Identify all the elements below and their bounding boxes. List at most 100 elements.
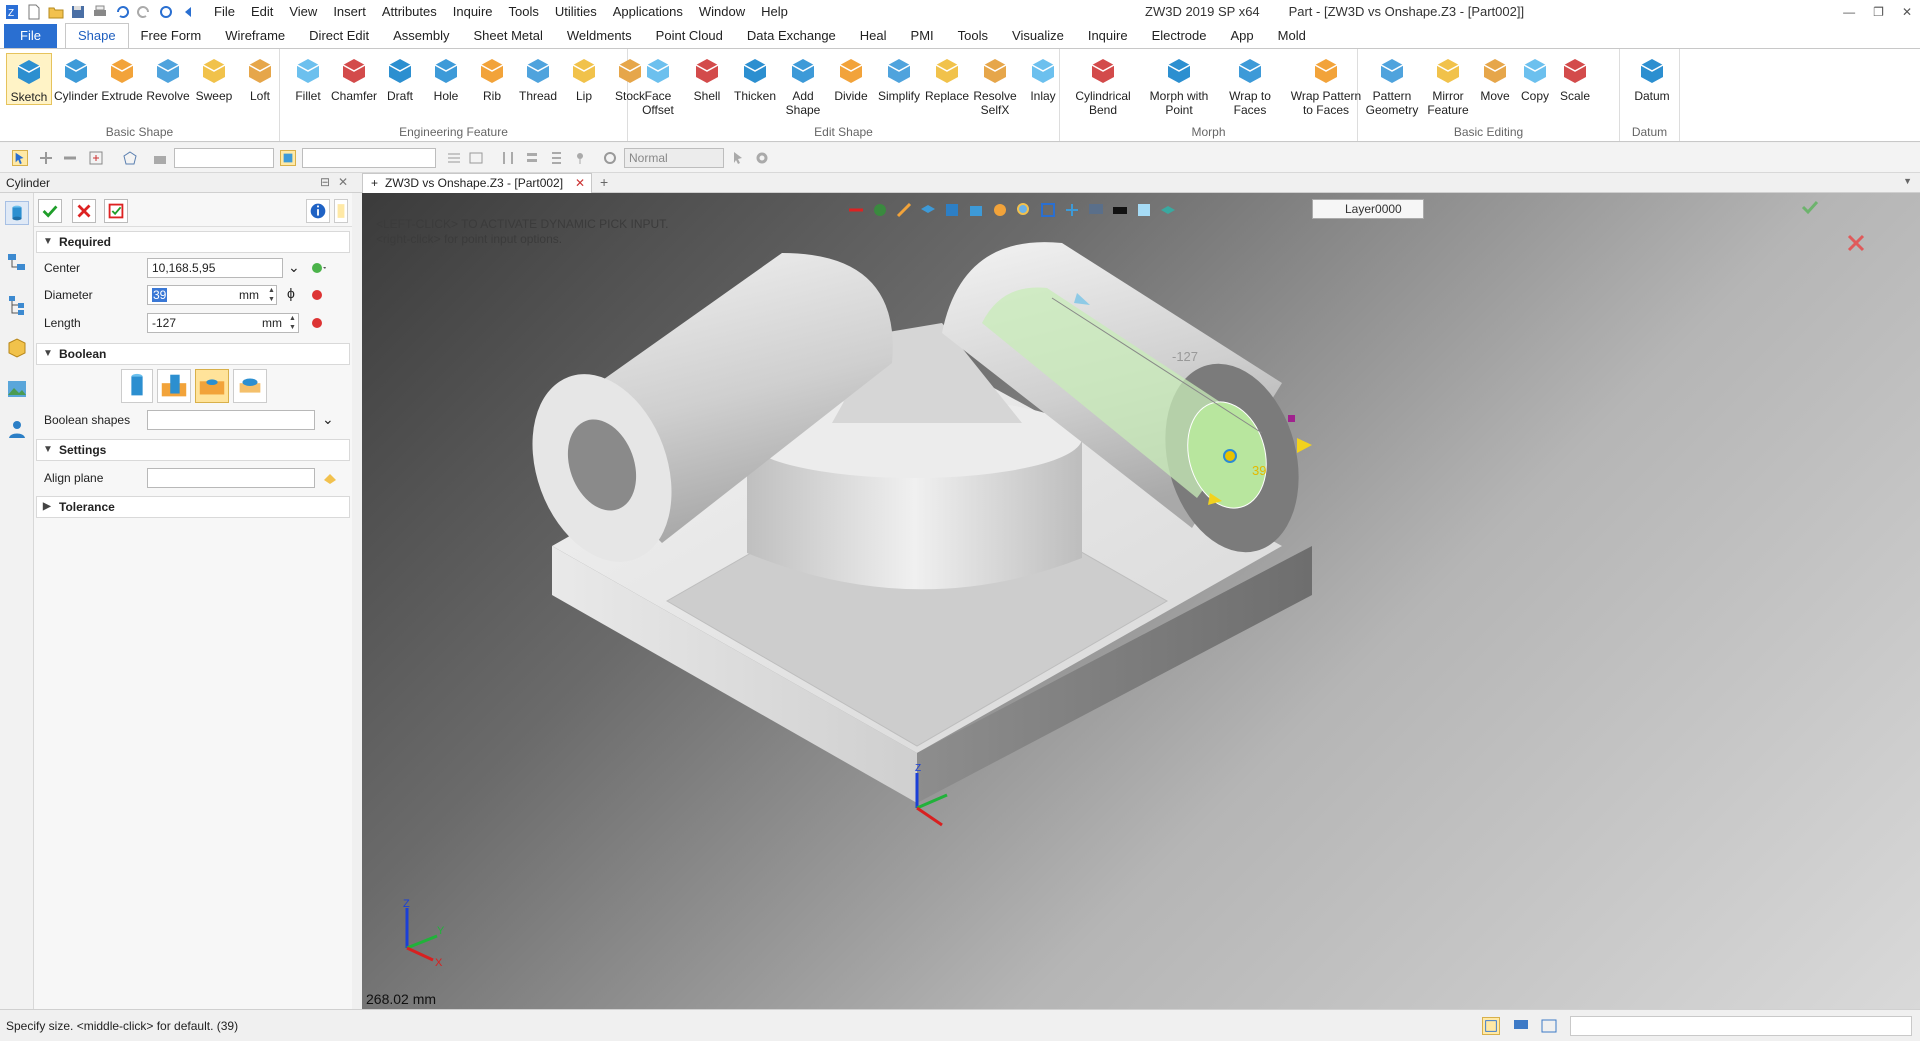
- ok-button[interactable]: [38, 199, 62, 223]
- tab-assembly[interactable]: Assembly: [381, 24, 461, 48]
- tab-weldments[interactable]: Weldments: [555, 24, 644, 48]
- cancel-button[interactable]: [72, 199, 96, 223]
- ribbon-button-hole[interactable]: Hole: [424, 53, 468, 103]
- cylinder-manager-icon[interactable]: [5, 201, 29, 225]
- ribbon-button-fillet[interactable]: Fillet: [286, 53, 330, 103]
- menu-inquire[interactable]: Inquire: [445, 0, 501, 24]
- snap-icon[interactable]: [38, 150, 54, 166]
- render-settings-icon[interactable]: [602, 150, 618, 166]
- ribbon-button-extrude[interactable]: Extrude: [100, 53, 144, 103]
- center-field[interactable]: 10,168.5,95: [147, 258, 283, 278]
- tab-file[interactable]: File: [4, 24, 57, 48]
- ribbon-button-resolve-selfx[interactable]: Resolve SelfX: [972, 53, 1018, 117]
- double-chevron-icon[interactable]: ⌄: [322, 412, 338, 428]
- ribbon-button-chamfer[interactable]: Chamfer: [331, 53, 377, 103]
- ribbon-button-wrap-to-faces[interactable]: Wrap to Faces: [1218, 53, 1282, 117]
- close-icon[interactable]: ✕: [1902, 0, 1912, 24]
- menu-insert[interactable]: Insert: [325, 0, 374, 24]
- tab-app[interactable]: App: [1219, 24, 1266, 48]
- render-mode-combo[interactable]: Normal: [624, 148, 724, 168]
- new-file-icon[interactable]: [26, 4, 42, 20]
- viewport-cancel-icon[interactable]: [1846, 233, 1866, 253]
- length-options-icon[interactable]: [310, 315, 326, 331]
- measure-options-icon[interactable]: [310, 287, 326, 303]
- section-view-icon[interactable]: [1063, 201, 1081, 219]
- boolean-shapes-field[interactable]: [147, 410, 315, 430]
- display-mode-icon[interactable]: [967, 201, 985, 219]
- ribbon-button-pattern-geometry[interactable]: Pattern Geometry: [1364, 53, 1420, 117]
- tab-inquire[interactable]: Inquire: [1076, 24, 1140, 48]
- ribbon-button-scale[interactable]: Scale: [1556, 53, 1594, 103]
- menu-attributes[interactable]: Attributes: [374, 0, 445, 24]
- ribbon-button-add-shape[interactable]: Add Shape: [780, 53, 826, 117]
- ribbon-button-cylindrical-bend[interactable]: Cylindrical Bend: [1066, 53, 1140, 117]
- plane-pick-icon[interactable]: [322, 470, 338, 486]
- part-model[interactable]: -127 39 Z: [362, 193, 1920, 1009]
- point-input-options-icon[interactable]: [310, 260, 326, 276]
- line-icon[interactable]: [62, 150, 78, 166]
- align-plane-field[interactable]: [147, 468, 315, 488]
- monitor-icon[interactable]: [1087, 201, 1105, 219]
- double-chevron-icon[interactable]: ⌄: [288, 260, 304, 276]
- background-color-icon[interactable]: [1111, 201, 1129, 219]
- pick-mode-icon[interactable]: [871, 201, 889, 219]
- new-tab-icon[interactable]: +: [600, 174, 608, 190]
- apply-button[interactable]: [104, 199, 128, 223]
- open-folder-icon[interactable]: [48, 4, 64, 20]
- menu-file[interactable]: File: [206, 0, 243, 24]
- menu-applications[interactable]: Applications: [605, 0, 691, 24]
- wireframe-color-icon[interactable]: [1135, 201, 1153, 219]
- tab-data-exchange[interactable]: Data Exchange: [735, 24, 848, 48]
- section-required[interactable]: ▼ Required: [36, 231, 350, 253]
- section-boolean[interactable]: ▼ Boolean: [36, 343, 350, 365]
- ribbon-button-mirror-feature[interactable]: Mirror Feature: [1422, 53, 1474, 117]
- pick-filter-icon[interactable]: [12, 150, 28, 166]
- minimize-icon[interactable]: —: [1843, 0, 1855, 24]
- ribbon-button-move[interactable]: Move: [1476, 53, 1514, 103]
- tab-visualize[interactable]: Visualize: [1000, 24, 1076, 48]
- document-tab-close-icon[interactable]: ✕: [575, 174, 585, 192]
- tab-pmi[interactable]: PMI: [899, 24, 946, 48]
- ribbon-button-face-offset[interactable]: Face Offset: [634, 53, 682, 117]
- ribbon-button-cylinder[interactable]: Cylinder: [54, 53, 98, 103]
- panel-close-icon[interactable]: ✕: [338, 175, 348, 189]
- pick-combo[interactable]: [302, 148, 436, 168]
- status-list-icon[interactable]: [1540, 1017, 1558, 1035]
- repeat-command-icon[interactable]: [158, 4, 174, 20]
- ribbon-button-revolve[interactable]: Revolve: [146, 53, 190, 103]
- layer-filter-icon[interactable]: [152, 150, 168, 166]
- stack-icon[interactable]: [524, 150, 540, 166]
- save-icon[interactable]: [70, 4, 86, 20]
- print-icon[interactable]: [92, 4, 108, 20]
- tab-tools[interactable]: Tools: [946, 24, 1000, 48]
- status-monitor-icon[interactable]: [1512, 1017, 1530, 1035]
- back-arrow-icon[interactable]: [180, 4, 196, 20]
- align-icon[interactable]: [446, 150, 462, 166]
- ribbon-button-simplify[interactable]: Simplify: [876, 53, 922, 103]
- boolean-base-icon[interactable]: [121, 369, 153, 403]
- menu-window[interactable]: Window: [691, 0, 753, 24]
- ribbon-button-replace[interactable]: Replace: [924, 53, 970, 103]
- section-settings[interactable]: ▼ Settings: [36, 439, 350, 461]
- sketch-tool-icon[interactable]: [895, 201, 913, 219]
- fit-view-icon[interactable]: [1039, 201, 1057, 219]
- dimension-icon[interactable]: [847, 201, 865, 219]
- table-icon[interactable]: [468, 150, 484, 166]
- user-icon[interactable]: [5, 417, 29, 441]
- undo-icon[interactable]: [114, 4, 130, 20]
- image-icon[interactable]: [5, 377, 29, 401]
- ribbon-button-datum[interactable]: Datum: [1626, 53, 1678, 103]
- zoom-icon[interactable]: [1015, 201, 1033, 219]
- ribbon-button-shell[interactable]: Shell: [684, 53, 730, 103]
- ribbon-button-thicken[interactable]: Thicken: [732, 53, 778, 103]
- viewport-ok-icon[interactable]: [1800, 197, 1820, 217]
- tab-direct-edit[interactable]: Direct Edit: [297, 24, 381, 48]
- command-input[interactable]: [1570, 1016, 1912, 1036]
- tab-free-form[interactable]: Free Form: [129, 24, 214, 48]
- cursor-icon[interactable]: [730, 150, 746, 166]
- diameter-spinner[interactable]: ▲ ▼: [268, 286, 276, 304]
- length-drag-handle[interactable]: [1297, 438, 1312, 453]
- ribbon-button-draft[interactable]: Draft: [378, 53, 422, 103]
- ribbon-button-wrap-pattern-to-faces[interactable]: Wrap Pattern to Faces: [1284, 53, 1368, 117]
- tab-mold[interactable]: Mold: [1266, 24, 1318, 48]
